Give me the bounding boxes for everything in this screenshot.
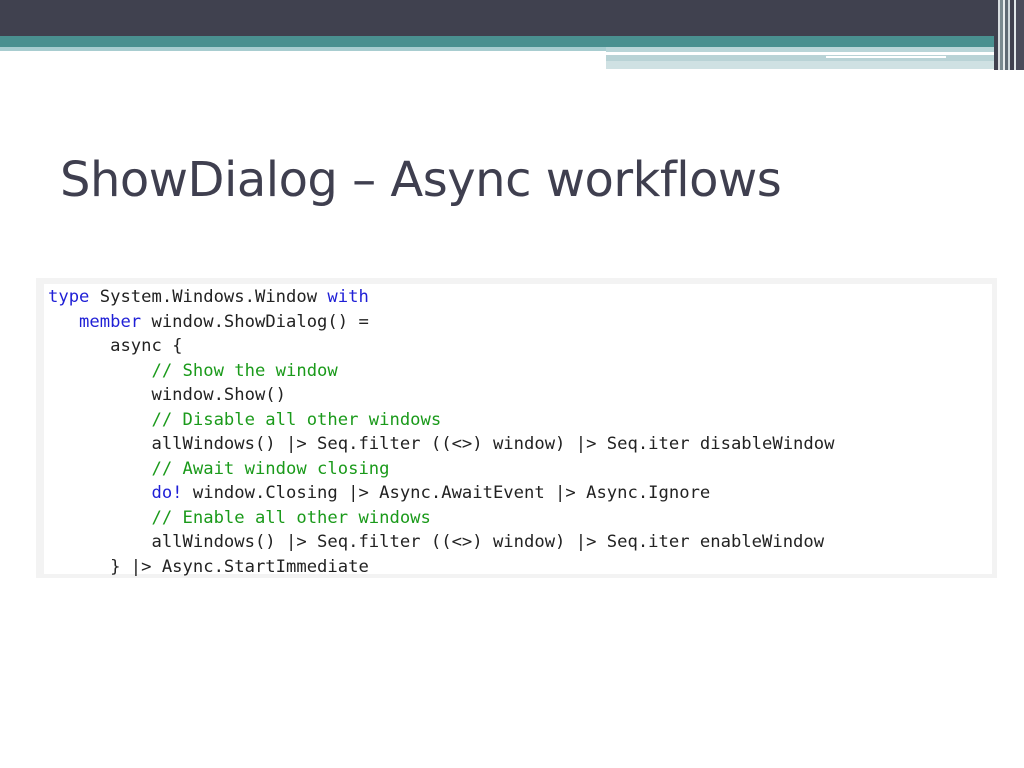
code-block: type System.Windows.Window with member w… bbox=[48, 285, 834, 579]
code-line: // Disable all other windows bbox=[48, 408, 834, 433]
code-line: allWindows() |> Seq.filter ((<>) window)… bbox=[48, 432, 834, 457]
code-text: System.Windows.Window bbox=[89, 287, 328, 307]
code-line: // Enable all other windows bbox=[48, 506, 834, 531]
slide-title: ShowDialog – Async workflows bbox=[60, 152, 782, 208]
code-line: // Show the window bbox=[48, 359, 834, 384]
code-text: } |> Async.StartImmediate bbox=[110, 556, 369, 577]
header-accent-bar bbox=[0, 47, 606, 51]
code-keyword: member bbox=[79, 311, 142, 332]
header-dark-bar bbox=[0, 0, 1024, 36]
code-line: member window.ShowDialog() = bbox=[48, 310, 834, 335]
code-keyword: with bbox=[327, 287, 369, 307]
header-teal-bar bbox=[0, 36, 1000, 47]
code-line: } |> Async.StartImmediate bbox=[48, 555, 834, 580]
code-line: type System.Windows.Window with bbox=[48, 285, 834, 310]
code-text: allWindows() |> Seq.filter ((<>) window)… bbox=[151, 532, 825, 552]
code-comment: // Show the window bbox=[151, 360, 338, 381]
code-line: window.Show() bbox=[48, 383, 834, 408]
code-line: do! window.Closing |> Async.AwaitEvent |… bbox=[48, 481, 834, 506]
code-text: window.ShowDialog() = bbox=[141, 311, 369, 332]
code-text: window.Closing |> Async.AwaitEvent |> As… bbox=[182, 483, 711, 503]
code-line: async { bbox=[48, 334, 834, 359]
code-keyword: type bbox=[48, 287, 90, 307]
code-text: allWindows() |> Seq.filter ((<>) window)… bbox=[151, 434, 835, 454]
code-keyword: do! bbox=[151, 483, 183, 503]
code-line: allWindows() |> Seq.filter ((<>) window)… bbox=[48, 530, 834, 555]
code-text: async { bbox=[110, 336, 183, 356]
code-text: window.Show() bbox=[151, 385, 287, 405]
corner-decoration bbox=[994, 0, 1024, 70]
code-comment: // Await window closing bbox=[151, 458, 390, 479]
header-accent-bar-bottom bbox=[606, 61, 1002, 69]
code-comment: // Disable all other windows bbox=[151, 409, 442, 430]
code-line: // Await window closing bbox=[48, 457, 834, 482]
header-accent-line bbox=[826, 56, 946, 58]
code-comment: // Enable all other windows bbox=[151, 507, 431, 528]
